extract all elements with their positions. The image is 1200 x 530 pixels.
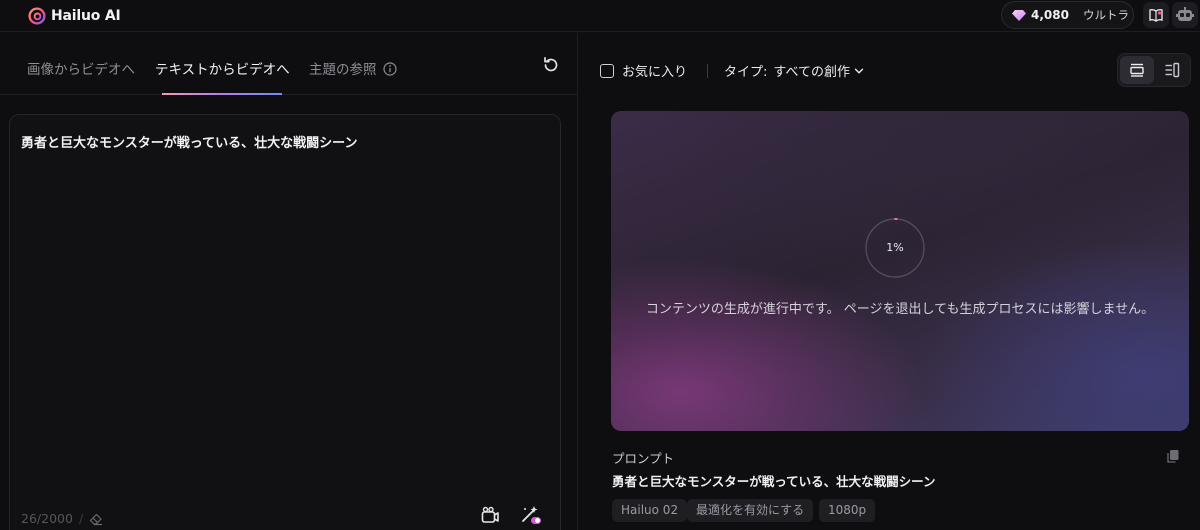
docs-button[interactable] [1143,2,1169,28]
progress-percent: 1% [886,241,904,254]
info-icon[interactable] [382,62,397,76]
generation-status-message: コンテンツの生成が進行中です。 ページを退出しても生成プロセスには影響しません。 [645,302,1155,317]
tab-subject-reference[interactable]: 主題の参照 [309,58,397,78]
favorites-label: お気に入り [622,65,688,80]
type-filter-label: タイプ: [724,65,768,80]
user-avatar[interactable] [1172,2,1198,28]
generation-preview-card[interactable]: 1% コンテンツの生成が進行中です。 ページを退出しても生成プロセスには影響しま… [611,111,1189,431]
results-panel: お気に入り タイプ: すべての創作 1% コンテンツの生成が進行中です。 ページ… [579,33,1200,530]
app-name: Hailuo AI [51,8,121,24]
active-tab-indicator [162,93,282,95]
book-icon [1149,8,1163,22]
counter-separator: / [78,511,84,526]
view-mode-toggle [1117,53,1191,87]
prompt-input-value: 勇者と巨大なモンスターが戦っている、壮大な戦闘シーン [21,136,358,151]
chevron-down-icon [854,68,864,73]
tab-subject-reference-label: 主題の参照 [309,62,377,78]
copy-icon[interactable] [1165,448,1181,464]
plan-label: ウルトラ [1082,8,1129,22]
view-side-panel-button[interactable] [1155,56,1189,84]
prompt-heading: プロンプト [612,451,675,466]
tab-text-to-video[interactable]: テキストからビデオへ [155,58,290,78]
side-panel-view-icon [1165,62,1180,78]
app-logo[interactable]: Hailuo AI [28,6,121,26]
character-counter: 26/2000 / [21,511,103,526]
prompt-enhance-button[interactable] [520,504,542,526]
refresh-icon[interactable] [541,55,561,75]
tab-image-to-video[interactable]: 画像からビデオへ [27,58,135,78]
prompt-textarea[interactable]: 勇者と巨大なモンスターが戦っている、壮大な戦闘シーン 26/2000 / [9,114,561,530]
view-single-button[interactable] [1120,56,1154,84]
credits-badge[interactable]: 4,080 ウルトラ [1001,1,1134,29]
favorites-filter[interactable]: お気に入り [600,61,687,80]
eraser-icon[interactable] [89,512,103,526]
hailuo-logo-icon [28,7,46,25]
single-view-icon [1130,63,1144,77]
mode-tabs: 画像からビデオへ テキストからビデオへ 主題の参照 [0,33,578,95]
creation-panel: 画像からビデオへ テキストからビデオへ 主題の参照 勇者と巨大なモンスターが戦っ… [0,33,578,530]
credits-count: 4,080 [1031,8,1069,22]
type-filter-value: すべての創作 [773,65,850,80]
favorites-checkbox[interactable] [600,63,614,78]
character-count-text: 26/2000 [21,511,73,526]
prompt-text: 勇者と巨大なモンスターが戦っている、壮大な戦闘シーン [612,474,936,489]
type-filter-dropdown[interactable]: タイプ: すべての創作 [724,61,864,80]
filter-divider [707,64,708,78]
tag-resolution: 1080p [819,499,876,522]
camera-movement-button[interactable] [479,504,501,526]
tag-model: Hailuo 02 [612,499,688,522]
camera-movement-icon [481,506,499,523]
top-bar: Hailuo AI 4,080 ウルトラ [0,0,1200,32]
gem-icon [1012,9,1026,21]
magic-wand-icon [522,506,541,524]
robot-avatar-icon [1176,7,1194,21]
tag-optimization: 最適化を有効にする [687,499,814,522]
